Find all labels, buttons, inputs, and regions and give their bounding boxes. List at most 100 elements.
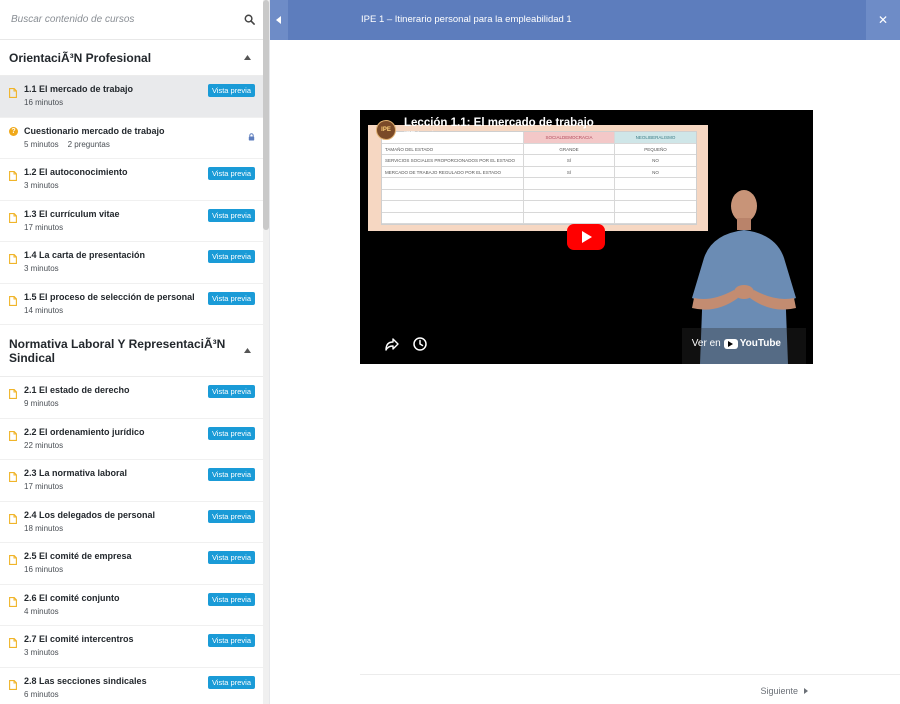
preview-badge[interactable]: Vista previa (207, 509, 255, 523)
search-bar (0, 0, 264, 40)
slide-table-row: MERCADO DE TRABAJO REGULADO POR EL ESTAD… (382, 166, 696, 178)
preview-badge[interactable]: Vista previa (207, 592, 255, 606)
slide-table-cell: PEQUEÑO (644, 146, 667, 152)
lesson-duration: 14 minutos (24, 305, 64, 315)
quiz-icon: ? (9, 126, 18, 136)
lesson-item[interactable]: 2.2 El ordenamiento jurídico 22 minutos Vi… (0, 418, 264, 460)
preview-badge[interactable]: Vista previa (207, 551, 255, 564)
slide-table-row (382, 201, 696, 213)
slide-table-row (382, 212, 696, 224)
preview-badge[interactable]: Vista previa (207, 385, 255, 398)
close-icon: ✕ (877, 13, 889, 27)
search-input[interactable] (11, 14, 231, 25)
slide-table-cell: SÍ (524, 166, 615, 177)
lesson-duration: 3 minutos (24, 648, 59, 657)
course-sections: OrientaciÃ³N Profesional 1.1 El mercado d… (0, 40, 264, 704)
document-icon (9, 85, 17, 98)
slide-table-cell: NO (652, 169, 659, 175)
preview-badge[interactable]: Vista previa (207, 634, 255, 647)
section-header[interactable]: OrientaciÃ³N Profesional (0, 40, 264, 76)
slide-table: SOCIALDEMOCRACIA NEOLIBERALISMO TAMAÑO DEL… (381, 131, 697, 225)
quiz-item[interactable]: ? Cuestionario mercado de trabajo 5 minuto… (0, 117, 264, 159)
document-icon (9, 428, 17, 441)
lock-icon (248, 128, 255, 140)
document-icon (9, 469, 17, 482)
youtube-logo: YouTube (723, 338, 781, 349)
document-icon (9, 210, 17, 223)
video-player[interactable]: SOCIALDEMOCRACIA NEOLIBERALISMO TAMAÑO DEL… (360, 110, 813, 364)
sidebar-scrollbar[interactable] (263, 0, 269, 704)
preview-badge[interactable]: Vista previa (207, 426, 255, 440)
slide-table-cell: TAMAÑO DEL ESTADO (382, 143, 524, 154)
presenter-image (682, 190, 806, 364)
slide-table-row (382, 189, 696, 201)
channel-avatar[interactable]: IPE (376, 120, 396, 140)
document-icon (9, 594, 17, 607)
watch-on-youtube-link[interactable]: Ver en YouTube (692, 338, 781, 349)
document-icon (9, 386, 17, 399)
section-header[interactable]: Normativa Laboral Y RepresentaciÃ³N Sind… (0, 325, 264, 377)
lesson-item[interactable]: 1.1 El mercado de trabajo 16 minutos Vista… (0, 76, 264, 118)
preview-badge[interactable]: Vista previa (207, 167, 255, 180)
lesson-duration: 22 minutos (24, 440, 64, 450)
preview-badge[interactable]: Vista previa (207, 250, 255, 263)
slide-table-row: SERVICIOS SOCIALES PROPORCIONADOS POR EL… (382, 155, 696, 167)
slide-column-header: NEOLIBERALISMO (615, 132, 696, 143)
slide-table-cell (382, 178, 524, 189)
watch-later-icon[interactable] (412, 336, 428, 352)
scrollbar-thumb[interactable] (263, 0, 269, 230)
lesson-item[interactable]: 2.1 El estado de derecho 9 minutos Vista p… (0, 377, 264, 419)
preview-badge[interactable]: Vista previa (207, 291, 255, 305)
youtube-play-icon (723, 338, 738, 349)
lesson-item[interactable]: 2.7 El comité intercentros 3 minutos Vista… (0, 626, 264, 668)
course-sidebar: OrientaciÃ³N Profesional 1.1 El mercado d… (0, 0, 270, 704)
video-title[interactable]: Lección 1.1: El mercado de trabajo (404, 117, 594, 129)
document-icon (9, 293, 17, 306)
preview-badge[interactable]: Vista previa (207, 675, 255, 689)
lesson-duration: 18 minutos (24, 523, 64, 533)
course-title: IPE 1 – Itinerario personal para la empl… (361, 14, 572, 25)
video-channel[interactable]: IPE Lecciones (404, 131, 449, 138)
slide-table-cell (382, 212, 524, 223)
lesson-item[interactable]: 1.3 El currículum vitae 17 minutos Vista p… (0, 200, 264, 242)
slide-table-cell: SÍ (524, 155, 615, 166)
preview-badge[interactable]: Vista previa (207, 208, 255, 222)
lesson-duration: 4 minutos (24, 606, 59, 616)
document-icon (9, 677, 17, 690)
search-icon[interactable] (242, 13, 256, 27)
caret-up-icon[interactable] (244, 53, 251, 62)
document-icon (9, 635, 17, 648)
close-button[interactable]: ✕ (866, 0, 900, 40)
slide-column-header: SOCIALDEMOCRACIA (524, 132, 615, 143)
play-button[interactable] (567, 224, 605, 250)
lesson-topbar: IPE 1 – Itinerario personal para la empl… (270, 0, 900, 40)
slide-table-cell (524, 201, 615, 212)
lesson-item[interactable]: 1.5 El proceso de selección de personal 1… (0, 283, 264, 325)
lesson-duration: 5 minutos 2 preguntas (24, 139, 110, 149)
lesson-duration: 16 minutos (24, 98, 64, 107)
play-icon (581, 231, 592, 243)
caret-right-icon (804, 688, 808, 694)
lesson-item[interactable]: 2.8 Las secciones sindicales 6 minutos Vis… (0, 667, 264, 704)
next-lesson-button[interactable]: Siguiente (760, 686, 808, 696)
lesson-title: Cuestionario mercado de trabajo (24, 125, 165, 136)
lesson-item[interactable]: 2.6 El comité conjunto 4 minutos Vista pre… (0, 584, 264, 626)
preview-badge[interactable]: Vista previa (207, 84, 255, 97)
caret-up-icon[interactable] (244, 346, 251, 355)
lesson-duration: 16 minutos (24, 565, 64, 574)
lesson-item[interactable]: 2.5 El comité de empresa 16 minutos Vista … (0, 543, 264, 585)
lesson-item[interactable]: 1.2 El autoconocimiento 3 minutos Vista pr… (0, 159, 264, 201)
lesson-item[interactable]: 2.4 Los delegados de personal 18 minutos V… (0, 501, 264, 543)
video-slide: SOCIALDEMOCRACIA NEOLIBERALISMO TAMAÑO DEL… (368, 125, 708, 231)
preview-badge[interactable]: Vista previa (207, 468, 255, 481)
collapse-sidebar-button[interactable] (270, 0, 288, 40)
slide-table-cell: SERVICIOS SOCIALES PROPORCIONADOS POR EL… (382, 155, 524, 166)
caret-left-icon (276, 16, 281, 24)
slide-table-row (382, 178, 696, 190)
slide-table-cell (524, 178, 615, 189)
lesson-item[interactable]: 1.4 La carta de presentación 3 minutos Vis… (0, 242, 264, 284)
share-icon[interactable] (384, 336, 400, 352)
lesson-duration: 3 minutos (24, 264, 59, 273)
lesson-item[interactable]: 2.3 La normativa laboral 17 minutos Vista … (0, 460, 264, 502)
slide-table-cell: NO (652, 158, 659, 163)
